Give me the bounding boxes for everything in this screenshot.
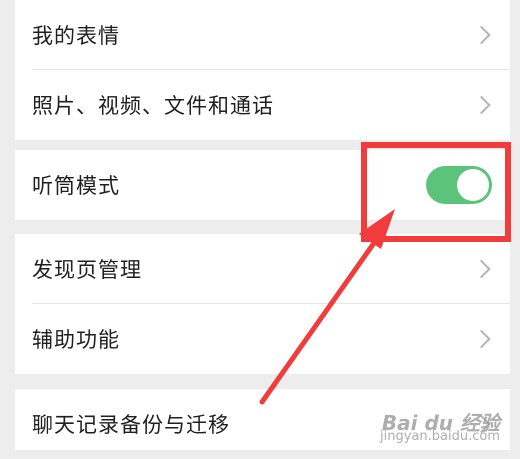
watermark-brand: Bai du 经验 bbox=[381, 411, 500, 435]
watermark: Bai du 经验 jingyan.baidu.com bbox=[380, 411, 500, 444]
watermark-url: jingyan.baidu.com bbox=[380, 429, 500, 444]
pointer-arrow-icon bbox=[259, 209, 395, 405]
